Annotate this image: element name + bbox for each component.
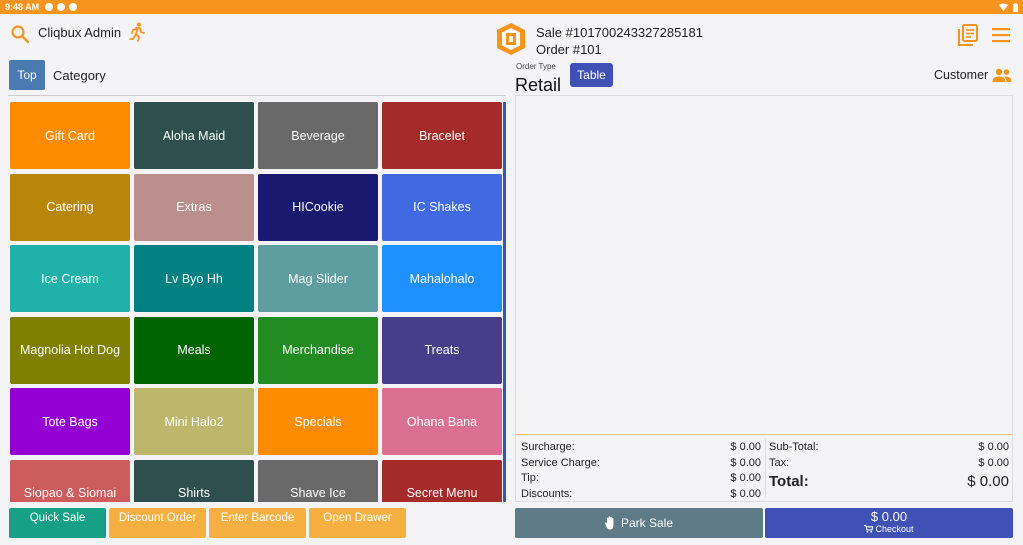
- tax-row: Tax: $ 0.00: [769, 456, 1009, 472]
- category-breadcrumb: Category: [53, 68, 106, 83]
- category-tile[interactable]: Gift Card: [10, 102, 130, 169]
- hamburger-menu-icon[interactable]: [991, 27, 1011, 43]
- category-tile[interactable]: Aloha Maid: [134, 102, 254, 169]
- action-button-open-drawer[interactable]: Open Drawer: [309, 508, 406, 538]
- cart-items-area[interactable]: [515, 95, 1013, 435]
- discounts-label: Discounts:: [521, 487, 573, 500]
- sale-info: Sale #101700243327285181 Order #101: [536, 24, 703, 58]
- category-tile[interactable]: Tote Bags: [10, 388, 130, 455]
- tip-value: $ 0.00: [730, 472, 761, 484]
- park-sale-button[interactable]: Park Sale: [515, 508, 763, 538]
- tax-value: $ 0.00: [978, 456, 1009, 469]
- category-tile[interactable]: Magnolia Hot Dog: [10, 316, 130, 384]
- category-tile[interactable]: Ice Cream: [10, 245, 130, 312]
- tip-row: Tip: $ 0.00: [521, 471, 761, 487]
- checkout-button[interactable]: $ 0.00 Checkout: [765, 508, 1013, 538]
- category-grid: Gift Card Aloha Maid Beverage Bracelet Cater…: [10, 102, 502, 502]
- category-tile[interactable]: Secret Menu: [382, 459, 502, 502]
- category-tile[interactable]: HICookie: [258, 173, 378, 241]
- totals-area: Surcharge: $ 0.00 Service Charge: $ 0.00 T…: [515, 435, 1013, 502]
- brand-logo: [497, 23, 525, 55]
- notification-icon: [57, 3, 66, 11]
- bottom-action-bar: Quick Sale Discount Order Enter Barcode Ope…: [9, 508, 406, 538]
- surcharge-row: Surcharge: $ 0.00: [521, 440, 761, 456]
- service-charge-label: Service Charge:: [521, 456, 600, 469]
- discounts-row: Discounts: $ 0.00: [521, 487, 761, 503]
- category-tile[interactable]: Shirts: [134, 459, 254, 502]
- category-tile[interactable]: Specials: [258, 388, 378, 455]
- action-button-quick-sale[interactable]: Quick Sale: [9, 508, 106, 538]
- total-label: Total:: [769, 473, 809, 490]
- surcharge-label: Surcharge:: [521, 441, 575, 453]
- subtotal-label: Sub-Total:: [769, 441, 819, 453]
- customer-button[interactable]: Customer: [934, 68, 1012, 82]
- action-button-enter-barcode[interactable]: Enter Barcode: [209, 508, 306, 538]
- table-button[interactable]: Table: [570, 63, 613, 87]
- category-tile[interactable]: Shave Ice: [258, 459, 378, 502]
- category-tile[interactable]: Beverage: [258, 102, 378, 169]
- top-category-button[interactable]: Top: [9, 60, 45, 90]
- category-tile[interactable]: Catering: [10, 173, 130, 241]
- category-tile[interactable]: Merchandise: [258, 316, 378, 384]
- notification-icon: [69, 3, 78, 11]
- action-button-discount-order[interactable]: Discount Order: [109, 508, 206, 538]
- subtotal-row: Sub-Total: $ 0.00: [769, 440, 1009, 456]
- divider: [8, 95, 506, 96]
- checkout-amount: $ 0.00: [870, 509, 908, 524]
- category-tile[interactable]: IC Shakes: [382, 173, 502, 241]
- category-tile[interactable]: Extras: [134, 173, 254, 241]
- category-tile[interactable]: Mini Halo2: [134, 388, 254, 455]
- user-name: Cliqbux Admin: [38, 25, 122, 40]
- sale-number: Sale #101700243327285181: [536, 25, 704, 40]
- total-value: $ 0.00: [967, 473, 1009, 490]
- total-row: Total: $ 0.00: [769, 471, 1009, 493]
- status-time: 9:48 AM: [5, 2, 40, 12]
- order-panel: Order Type Retail Table Customer Surchar…: [512, 55, 1023, 545]
- order-type-value[interactable]: Retail: [515, 75, 561, 96]
- divider: [765, 439, 766, 497]
- park-sale-label: Park Sale: [620, 516, 674, 530]
- category-panel: Top Category Gift Card Aloha Maid Beverage…: [0, 55, 510, 545]
- order-list-icon[interactable]: [958, 24, 978, 46]
- category-tile[interactable]: Mahalohalo: [382, 245, 502, 312]
- battery-icon: [1013, 2, 1018, 12]
- category-tile[interactable]: Meals: [134, 316, 254, 384]
- notification-icon: [45, 3, 54, 11]
- discounts-value: $ 0.00: [730, 487, 761, 500]
- customer-group-icon: [992, 68, 1012, 82]
- subtotal-value: $ 0.00: [978, 441, 1009, 453]
- tip-label: Tip:: [521, 472, 539, 484]
- pos-screen: 9:48 AM Cliqbux Admin Sale #101700243327…: [0, 0, 1023, 545]
- charges-column: Surcharge: $ 0.00 Service Charge: $ 0.00 T…: [521, 440, 761, 502]
- notification-icons: [45, 3, 78, 11]
- cart-icon: [864, 525, 874, 533]
- surcharge-value: $ 0.00: [730, 441, 761, 453]
- category-tile[interactable]: Ohana Bana: [382, 388, 502, 455]
- tax-label: Tax:: [769, 456, 790, 469]
- status-bar: 9:48 AM: [0, 0, 1023, 14]
- category-tile[interactable]: Mag Slider: [258, 245, 378, 312]
- system-icons: [999, 2, 1018, 12]
- wifi-icon: [999, 3, 1008, 11]
- logout-running-icon[interactable]: [128, 22, 146, 42]
- category-tile[interactable]: Siopao & Siomai: [10, 459, 130, 502]
- category-tile[interactable]: Lv Byo Hh: [134, 245, 254, 312]
- category-grid-container[interactable]: Gift Card Aloha Maid Beverage Bracelet Cater…: [8, 100, 506, 502]
- category-scrollbar[interactable]: [503, 102, 506, 502]
- customer-label: Customer: [934, 68, 989, 82]
- category-tile[interactable]: Treats: [382, 316, 502, 384]
- service-charge-value: $ 0.00: [730, 456, 761, 469]
- category-tile[interactable]: Bracelet: [382, 102, 502, 169]
- totals-column: Sub-Total: $ 0.00 Tax: $ 0.00 Total: $ 0.00: [769, 440, 1009, 493]
- checkout-label: Checkout: [875, 524, 914, 534]
- search-icon[interactable]: [10, 24, 30, 44]
- service-charge-row: Service Charge: $ 0.00: [521, 456, 761, 472]
- order-type-label: Order Type: [516, 62, 556, 71]
- hand-stop-icon: [605, 516, 614, 530]
- checkout-label-row: Checkout: [765, 524, 1013, 534]
